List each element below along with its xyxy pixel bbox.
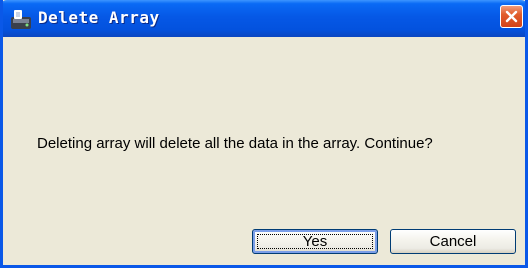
confirmation-message: Deleting array will delete all the data … bbox=[37, 135, 433, 152]
focus-rectangle bbox=[257, 234, 373, 249]
yes-button[interactable]: Yes bbox=[252, 229, 378, 254]
window-title: Delete Array bbox=[38, 8, 160, 27]
disk-array-icon bbox=[9, 8, 33, 30]
cancel-button-label: Cancel bbox=[429, 233, 477, 250]
close-button[interactable] bbox=[500, 5, 523, 28]
delete-array-dialog: Delete Array Deleting array will delete … bbox=[0, 0, 528, 268]
title-bar[interactable]: Delete Array bbox=[3, 0, 525, 37]
cancel-button[interactable]: Cancel bbox=[390, 229, 516, 254]
close-icon bbox=[505, 10, 518, 23]
